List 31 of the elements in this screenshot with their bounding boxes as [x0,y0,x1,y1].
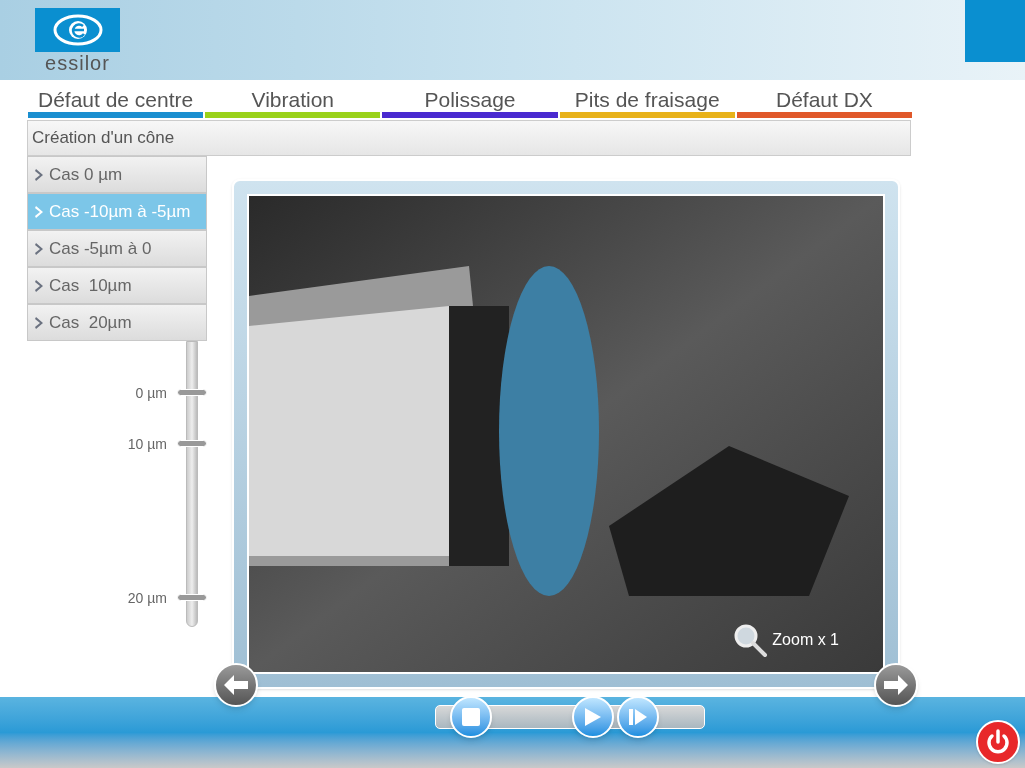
chevron-icon [34,241,45,256]
case-menu-item[interactable]: Cas -5µm à 0 [27,230,207,267]
chevron-icon [34,167,45,182]
scale-label: 0 µm [135,384,167,403]
arrow-left-icon [223,674,249,696]
magnifier-icon [732,622,769,658]
power-icon [985,729,1011,755]
case-menu-item[interactable]: Cas 10µm [27,267,207,304]
step-forward-button[interactable] [617,696,659,738]
chevron-icon [34,278,45,293]
case-menu-item[interactable]: Cas 20µm [27,304,207,341]
play-button[interactable] [572,696,614,738]
scale-label: 10 µm [127,435,167,454]
play-icon [584,707,602,727]
case-menu-item[interactable]: Cas 0 µm [27,156,207,193]
section-title: Création d'un cône [27,120,911,156]
scale-tick [177,389,207,396]
scale-label: 20 µm [127,589,167,608]
stop-button[interactable] [450,696,492,738]
stop-icon [462,708,480,726]
zoom-label: Zoom x 1 [772,630,839,650]
arrow-right-icon [883,674,909,696]
corner-tile [965,0,1025,62]
scale-tick [177,594,207,601]
chevron-icon [34,315,45,330]
chevron-icon [34,204,45,219]
logo-wordmark: essilor [45,52,110,74]
scale-tick [177,440,207,447]
logo-icon [35,8,120,52]
power-button[interactable] [976,720,1020,764]
step-forward-icon [628,708,648,726]
